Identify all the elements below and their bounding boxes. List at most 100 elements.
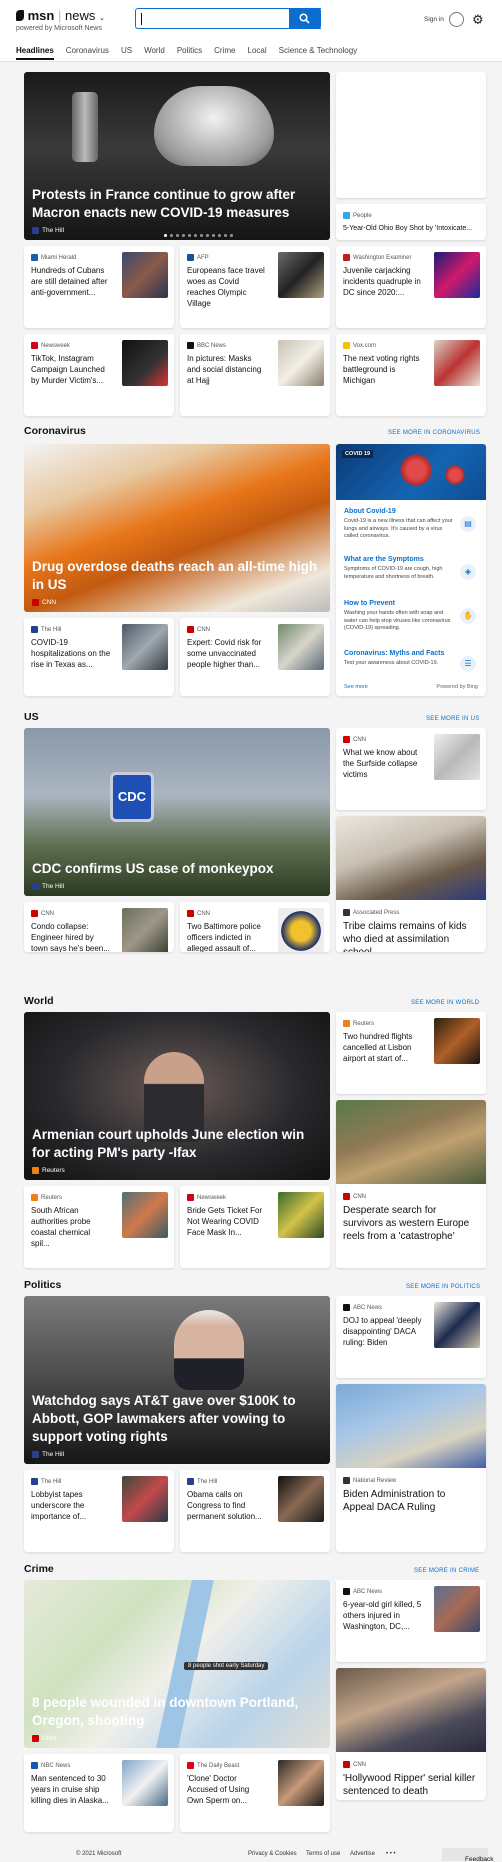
card-title[interactable]: Hundreds of Cubans are still detained af… xyxy=(31,265,111,298)
tab-politics[interactable]: Politics xyxy=(177,46,202,60)
hero-card[interactable]: CDC CDC confirms US case of monkeypox Th… xyxy=(24,728,330,896)
more-menu-icon[interactable]: • • • xyxy=(386,1851,396,1857)
hero-title[interactable]: Drug overdose deaths reach an all-time h… xyxy=(32,558,320,594)
card-title[interactable]: South African authorities probe coastal … xyxy=(31,1205,111,1249)
card-title[interactable]: Bride Gets Ticket For Not Wearing COVID … xyxy=(187,1205,267,1238)
news-card[interactable]: Reuters South African authorities probe … xyxy=(24,1186,174,1268)
news-card[interactable]: Newsweek TikTok, Instagram Campaign Laun… xyxy=(24,334,174,416)
covid-item-title[interactable]: Coronavirus: Myths and Facts xyxy=(344,650,454,657)
covid-item-title[interactable]: About Covid-19 xyxy=(344,508,454,515)
card-title[interactable]: Two Baltimore police officers indicted i… xyxy=(187,921,267,952)
covid-item-title[interactable]: What are the Symptoms xyxy=(344,556,454,563)
card-title[interactable]: COVID-19 hospitalizations on the rise in… xyxy=(31,637,111,670)
see-more-us[interactable]: SEE MORE IN US xyxy=(426,716,480,722)
news-card[interactable]: CNN Condo collapse: Engineer hired by to… xyxy=(24,902,174,952)
news-card[interactable]: Newsweek Bride Gets Ticket For Not Weari… xyxy=(180,1186,330,1268)
carousel-dot[interactable] xyxy=(170,234,173,237)
card-title[interactable]: In pictures: Masks and social distancing… xyxy=(187,353,267,386)
news-card[interactable]: The Hill COVID-19 hospitalizations on th… xyxy=(24,618,174,696)
sign-in-link[interactable]: Sign in xyxy=(424,16,444,23)
covid-item[interactable]: About Covid-19 Covid-19 is a new illness … xyxy=(344,508,454,541)
hero-title[interactable]: Protests in France continue to grow afte… xyxy=(32,186,320,222)
covid-item[interactable]: Coronavirus: Myths and Facts Test your aw… xyxy=(344,650,454,668)
carousel-dot[interactable] xyxy=(164,234,167,237)
card-title[interactable]: Expert: Covid risk for some unvaccinated… xyxy=(187,637,267,670)
hero-card[interactable]: Protests in France continue to grow afte… xyxy=(24,72,330,240)
news-card[interactable]: NBC News Man sentenced to 30 years in cr… xyxy=(24,1754,174,1832)
advertise-link[interactable]: Advertise xyxy=(350,1851,375,1857)
news-card[interactable]: CNN What we know about the Surfside coll… xyxy=(336,728,486,810)
search-button[interactable] xyxy=(289,8,321,29)
card-title[interactable]: 5-Year-Old Ohio Boy Shot by 'Intoxicate.… xyxy=(343,223,481,234)
carousel-dot[interactable] xyxy=(176,234,179,237)
card-title[interactable]: Juvenile carjacking incidents quadruple … xyxy=(343,265,423,298)
tab-world[interactable]: World xyxy=(144,46,165,60)
carousel-dot[interactable] xyxy=(230,234,233,237)
carousel-dot[interactable] xyxy=(188,234,191,237)
card-title[interactable]: 'Clone' Doctor Accused of Using Own Sper… xyxy=(187,1773,267,1806)
tab-us[interactable]: US xyxy=(121,46,132,60)
carousel-dot[interactable] xyxy=(224,234,227,237)
card-title[interactable]: Tribe claims remains of kids who died at… xyxy=(343,920,478,952)
covid-item[interactable]: What are the Symptoms Symptoms of COVID-1… xyxy=(344,556,454,581)
news-card[interactable]: CNN Desperate search for survivors as we… xyxy=(336,1100,486,1268)
card-title[interactable]: The next voting rights battleground is M… xyxy=(343,353,423,386)
news-card[interactable]: The Hill Obama calls on Congress to find… xyxy=(180,1470,330,1552)
card-title[interactable]: DOJ to appeal 'deeply disappointing' DAC… xyxy=(343,1315,423,1348)
carousel-dot[interactable] xyxy=(206,234,209,237)
news-card[interactable]: Vox.com The next voting rights battlegro… xyxy=(336,334,486,416)
news-card[interactable]: AFP Europeans face travel woes as Covid … xyxy=(180,246,330,328)
covid-item[interactable]: How to Prevent Washing your hands often w… xyxy=(344,600,454,633)
news-card[interactable]: Reuters Two hundred flights cancelled at… xyxy=(336,1012,486,1094)
news-card[interactable]: National Review Biden Administration to … xyxy=(336,1384,486,1552)
card-title[interactable]: Lobbyist tapes underscore the importance… xyxy=(31,1489,111,1522)
chevron-down-icon[interactable]: ⌄ xyxy=(99,15,105,22)
covid-item-title[interactable]: How to Prevent xyxy=(344,600,454,607)
card-title[interactable]: Obama calls on Congress to find permanen… xyxy=(187,1489,267,1522)
see-more-link[interactable]: See more xyxy=(344,684,368,690)
gear-icon[interactable]: ⚙ xyxy=(472,13,484,26)
hero-card[interactable]: Armenian court upholds June election win… xyxy=(24,1012,330,1180)
tab-coronavirus[interactable]: Coronavirus xyxy=(66,46,109,60)
msn-logo[interactable]: msn | news ⌄ powered by Microsoft News xyxy=(16,8,105,32)
card-title[interactable]: 'Hollywood Ripper' serial killer sentenc… xyxy=(343,1772,478,1798)
card-title[interactable]: What we know about the Surfside collapse… xyxy=(343,747,423,780)
tab-crime[interactable]: Crime xyxy=(214,46,235,60)
card-title[interactable]: Europeans face travel woes as Covid reac… xyxy=(187,265,267,309)
news-card[interactable]: ABC News DOJ to appeal 'deeply disappoin… xyxy=(336,1296,486,1378)
card-title[interactable]: Condo collapse: Engineer hired by town s… xyxy=(31,921,111,952)
news-card[interactable]: CNN Expert: Covid risk for some unvaccin… xyxy=(180,618,330,696)
see-more-crime[interactable]: SEE MORE IN CRIME xyxy=(414,1568,479,1574)
carousel-dot[interactable] xyxy=(218,234,221,237)
carousel-dot[interactable] xyxy=(182,234,185,237)
see-more-coronavirus[interactable]: SEE MORE IN CORONAVIRUS xyxy=(388,430,480,436)
hero-card[interactable]: 8 people shot early Saturday 8 people wo… xyxy=(24,1580,330,1748)
card-title[interactable]: TikTok, Instagram Campaign Launched by M… xyxy=(31,353,111,386)
carousel-dot[interactable] xyxy=(212,234,215,237)
tab-local[interactable]: Local xyxy=(248,46,267,60)
hero-card[interactable]: Drug overdose deaths reach an all-time h… xyxy=(24,444,330,612)
tab-headlines[interactable]: Headlines xyxy=(16,46,54,60)
card-title[interactable]: Two hundred flights cancelled at Lisbon … xyxy=(343,1031,423,1064)
hero-title[interactable]: Watchdog says AT&T gave over $100K to Ab… xyxy=(32,1392,320,1446)
carousel-dots[interactable] xyxy=(164,234,233,237)
card-title[interactable]: 6-year-old girl killed, 5 others injured… xyxy=(343,1599,423,1632)
card-title[interactable]: Desperate search for survivors as wester… xyxy=(343,1204,478,1243)
hero-title[interactable]: 8 people wounded in downtown Portland, O… xyxy=(32,1694,320,1730)
news-card[interactable]: CNN Two Baltimore police officers indict… xyxy=(180,902,330,952)
avatar-icon[interactable] xyxy=(449,12,464,27)
card-title[interactable]: Biden Administration to Appeal DACA Ruli… xyxy=(343,1488,478,1514)
carousel-dot[interactable] xyxy=(194,234,197,237)
terms-link[interactable]: Terms of use xyxy=(306,1851,340,1857)
hero-card[interactable]: Watchdog says AT&T gave over $100K to Ab… xyxy=(24,1296,330,1464)
section-name[interactable]: news xyxy=(65,8,95,23)
news-card[interactable]: CNN 'Hollywood Ripper' serial killer sen… xyxy=(336,1668,486,1800)
feedback-button[interactable]: Feedback xyxy=(442,1848,494,1862)
news-card[interactable]: Miami Herald Hundreds of Cubans are stil… xyxy=(24,246,174,328)
tab-science-technology[interactable]: Science & Technology xyxy=(279,46,358,60)
privacy-link[interactable]: Privacy & Cookies xyxy=(248,1851,297,1857)
hero-title[interactable]: Armenian court upholds June election win… xyxy=(32,1126,320,1162)
news-card[interactable]: Associated Press Tribe claims remains of… xyxy=(336,816,486,952)
carousel-dot[interactable] xyxy=(200,234,203,237)
news-card[interactable]: BBC News In pictures: Masks and social d… xyxy=(180,334,330,416)
